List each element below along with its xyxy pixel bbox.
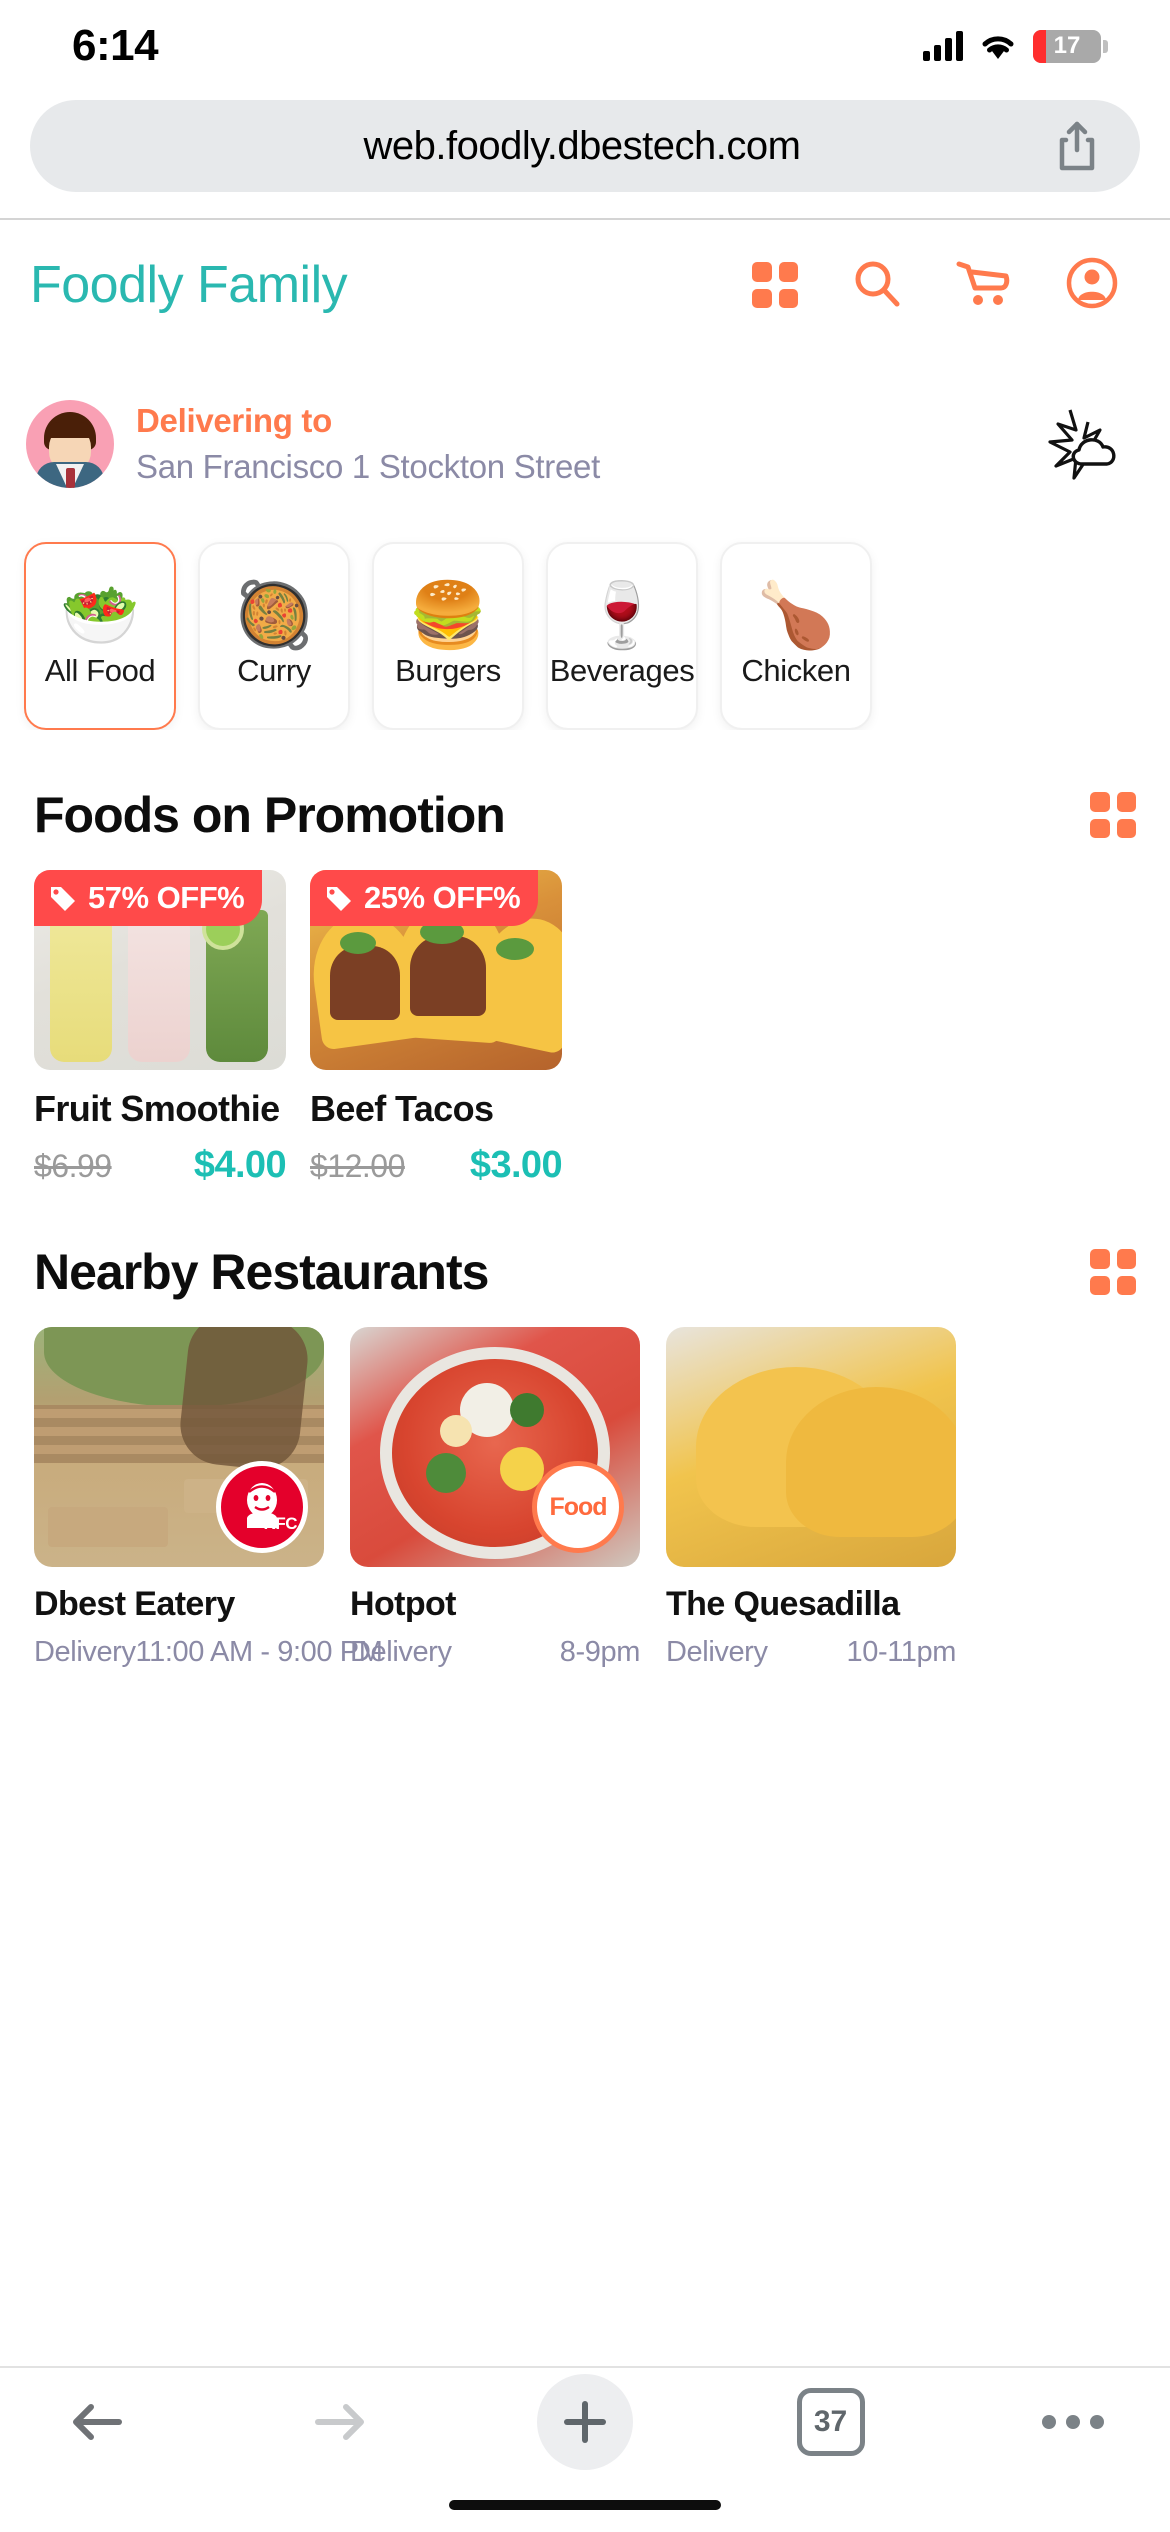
restaurant-image-quesadilla (666, 1327, 956, 1567)
url-text[interactable]: web.foodly.dbestech.com (70, 124, 1054, 169)
restaurant-hours: 10-11pm (846, 1636, 956, 1668)
restaurant-hours: 8-9pm (559, 1636, 641, 1668)
user-avatar (26, 400, 114, 488)
promo-image-fruit-smoothie: 57% OFF% (34, 870, 286, 1070)
restaurant-card[interactable]: KFC Dbest Eatery Delivery 11:00 AM - 9:0… (34, 1327, 383, 1669)
tag-icon (48, 883, 78, 913)
status-bar: 6:14 17 (0, 0, 1170, 92)
browser-url-bar-container: web.foodly.dbestech.com (0, 92, 1170, 218)
food-logo: Food (532, 1461, 624, 1553)
restaurant-image-dbest-eatery: KFC (34, 1327, 324, 1567)
food-logo-text: Food (549, 1492, 607, 1521)
grid-menu-icon[interactable] (752, 262, 798, 308)
category-label: Curry (237, 653, 311, 688)
restaurant-card[interactable]: Food Hotpot Delivery 8-9pm (350, 1327, 640, 1669)
promo-name: Fruit Smoothie (34, 1088, 280, 1129)
profile-icon[interactable] (1066, 257, 1118, 314)
app-header: Foodly Family (0, 220, 1170, 350)
discount-badge-text: 25% OFF% (364, 880, 521, 915)
category-label: Beverages (549, 653, 695, 688)
sun-cloud-icon (1036, 398, 1128, 490)
discount-badge: 57% OFF% (34, 870, 263, 926)
cart-icon[interactable] (956, 258, 1012, 313)
more-options-icon[interactable] (1028, 2377, 1118, 2467)
burger-icon: 🍔 (408, 579, 488, 651)
promo-name: Beef Tacos (310, 1088, 494, 1129)
discount-badge-text: 57% OFF% (88, 880, 245, 915)
promo-new-price: $4.00 (193, 1144, 287, 1186)
category-scroller[interactable]: 🥗 All Food 🥘 Curry 🍔 Burgers 🍷 Beverages… (0, 510, 1170, 730)
restaurants-title: Nearby Restaurants (34, 1244, 489, 1300)
back-arrow-icon[interactable] (52, 2377, 142, 2467)
curry-pan-icon: 🥘 (234, 579, 314, 651)
category-card-chicken[interactable]: 🍗 Chicken (720, 542, 872, 730)
category-card-all-food[interactable]: 🥗 All Food (24, 542, 176, 730)
header-icon-group (752, 257, 1138, 314)
restaurant-delivery-label: Delivery (34, 1636, 136, 1668)
promotions-section-header: Foods on Promotion (0, 786, 1170, 844)
restaurant-name: Dbest Eatery (34, 1585, 235, 1623)
promotions-title: Foods on Promotion (34, 787, 506, 843)
category-label: All Food (44, 653, 156, 688)
delivering-to-label: Delivering to (136, 402, 332, 439)
discount-badge: 25% OFF% (310, 870, 539, 926)
promo-card[interactable]: 25% OFF% Beef Tacos $12.00 $3.00 (310, 870, 563, 1187)
new-tab-plus-icon[interactable] (537, 2374, 633, 2470)
bowl-icon: 🥗 (60, 579, 140, 651)
chicken-icon: 🍗 (756, 579, 836, 651)
category-card-burgers[interactable]: 🍔 Burgers (372, 542, 524, 730)
forward-arrow-icon[interactable] (295, 2377, 385, 2467)
restaurant-image-hotpot: Food (350, 1327, 640, 1567)
cellular-signal-icon (923, 31, 963, 61)
restaurant-meta-row: Delivery 10-11pm (666, 1636, 956, 1669)
category-card-curry[interactable]: 🥘 Curry (198, 542, 350, 730)
browser-toolbar: 37 (0, 2366, 1170, 2476)
search-icon[interactable] (852, 258, 902, 313)
home-indicator (449, 2500, 721, 2510)
restaurants-view-all-grid-icon[interactable] (1090, 1249, 1136, 1295)
beverage-icon: 🍷 (582, 579, 662, 651)
category-card-beverages[interactable]: 🍷 Beverages (546, 542, 698, 730)
promo-old-price: $12.00 (310, 1148, 405, 1184)
promo-card[interactable]: 57% OFF% Fruit Smoothie $6.99 $4.00 (34, 870, 287, 1187)
battery-level: 17 (1053, 32, 1081, 59)
tab-count-button[interactable]: 37 (786, 2377, 876, 2467)
restaurant-card[interactable]: The Quesadilla Delivery 10-11pm (666, 1327, 956, 1669)
status-indicators: 17 (923, 29, 1108, 63)
tag-icon (324, 883, 354, 913)
restaurant-name: Hotpot (350, 1585, 457, 1623)
kfc-logo-text: KFC (263, 1514, 298, 1533)
delivery-address-row[interactable]: Delivering to San Francisco 1 Stockton S… (0, 350, 1170, 510)
promotions-view-all-grid-icon[interactable] (1090, 792, 1136, 838)
restaurants-scroller[interactable]: KFC Dbest Eatery Delivery 11:00 AM - 9:0… (0, 1301, 1170, 1669)
category-label: Chicken (741, 653, 851, 688)
restaurant-hours: 11:00 AM - 9:00 PM (135, 1636, 383, 1668)
promo-price-row: $6.99 $4.00 (34, 1144, 287, 1187)
restaurant-delivery-label: Delivery (350, 1636, 452, 1668)
share-icon[interactable] (1054, 120, 1100, 172)
battery-indicator: 17 (1033, 29, 1108, 63)
delivery-address-value: San Francisco 1 Stockton Street (136, 448, 600, 485)
tab-count-value: 37 (796, 2388, 865, 2456)
delivery-text-block: Delivering to San Francisco 1 Stockton S… (136, 402, 1036, 486)
promo-new-price: $3.00 (469, 1144, 563, 1186)
address-bar[interactable]: web.foodly.dbestech.com (30, 100, 1140, 192)
kfc-logo: KFC (216, 1461, 308, 1553)
restaurants-section-header: Nearby Restaurants (0, 1243, 1170, 1301)
restaurant-delivery-label: Delivery (666, 1636, 768, 1668)
promotions-scroller[interactable]: 57% OFF% Fruit Smoothie $6.99 $4.00 25% … (0, 844, 1170, 1187)
restaurant-meta-row: Delivery 8-9pm (350, 1636, 640, 1669)
status-time: 6:14 (72, 21, 159, 70)
promo-image-beef-tacos: 25% OFF% (310, 870, 562, 1070)
restaurant-name: The Quesadilla (666, 1585, 900, 1623)
wifi-icon (979, 31, 1017, 61)
app-brand-title: Foodly Family (30, 256, 348, 314)
restaurant-meta-row: Delivery 11:00 AM - 9:00 PM (34, 1636, 383, 1669)
category-label: Burgers (395, 653, 501, 688)
promo-price-row: $12.00 $3.00 (310, 1144, 563, 1187)
promo-old-price: $6.99 (34, 1148, 112, 1184)
